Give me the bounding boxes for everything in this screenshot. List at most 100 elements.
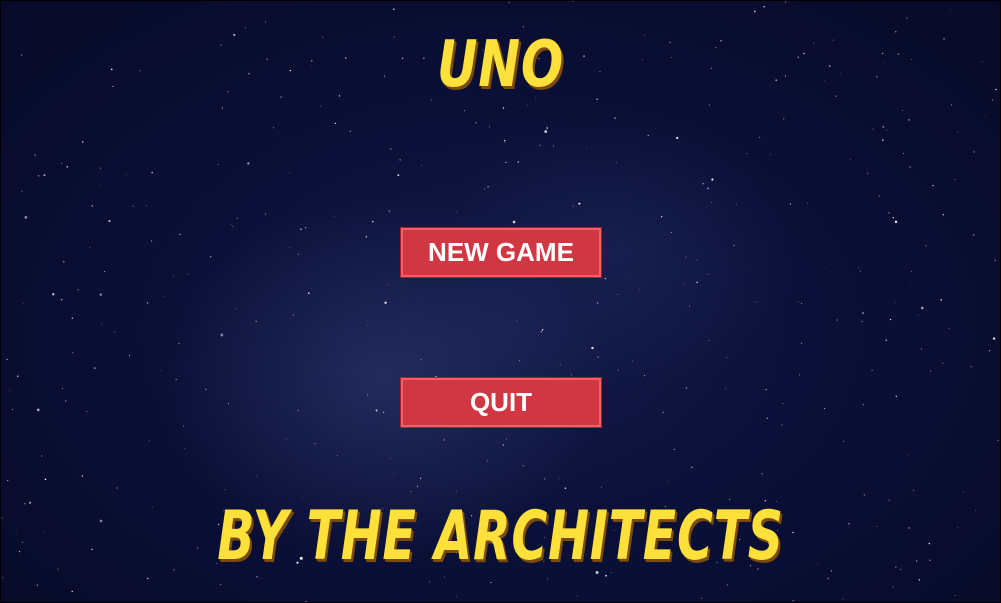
star: [255, 475, 257, 476]
star: [490, 581, 492, 584]
star: [172, 276, 174, 277]
star: [44, 478, 47, 481]
star: [823, 407, 826, 410]
quit-button[interactable]: QUIT: [400, 377, 602, 428]
star: [911, 58, 912, 60]
star: [559, 364, 561, 366]
star: [179, 233, 181, 235]
star: [950, 9, 952, 11]
star: [300, 228, 302, 230]
star: [670, 232, 672, 234]
star: [128, 354, 131, 357]
star: [903, 152, 904, 154]
star: [862, 312, 864, 314]
star: [66, 166, 68, 168]
star: [372, 221, 374, 223]
star: [443, 439, 445, 441]
star: [570, 374, 572, 376]
star: [700, 597, 702, 599]
star: [224, 489, 226, 490]
star: [707, 187, 709, 190]
star: [617, 369, 619, 371]
star: [91, 548, 93, 551]
star: [600, 486, 602, 488]
star: [220, 333, 224, 337]
star: [781, 424, 783, 426]
star: [18, 551, 21, 553]
star: [314, 443, 316, 445]
star: [232, 226, 234, 227]
star: [101, 323, 102, 325]
new-game-button[interactable]: NEW GAME: [400, 227, 602, 278]
star: [420, 477, 422, 479]
star: [518, 359, 521, 362]
star: [307, 292, 310, 294]
star: [38, 175, 40, 177]
star: [365, 236, 368, 238]
star: [392, 8, 395, 11]
star: [754, 10, 756, 13]
star: [15, 533, 17, 534]
star: [125, 174, 127, 176]
star: [28, 501, 32, 504]
star: [255, 320, 257, 322]
star: [41, 455, 43, 457]
star: [544, 478, 546, 480]
star: [631, 360, 633, 362]
star: [289, 172, 291, 174]
star: [63, 261, 65, 263]
star: [175, 378, 177, 381]
star: [184, 448, 186, 450]
star: [502, 444, 504, 446]
star: [792, 599, 794, 602]
star: [992, 337, 996, 340]
star: [707, 273, 709, 275]
star: [178, 342, 180, 345]
star: [836, 319, 838, 321]
star: [455, 490, 457, 492]
star: [382, 411, 385, 414]
star: [872, 128, 874, 130]
star: [797, 301, 799, 303]
star: [895, 31, 897, 33]
star: [235, 308, 237, 310]
star: [264, 21, 266, 23]
star: [558, 477, 560, 479]
star: [2, 577, 4, 579]
star: [397, 174, 400, 177]
star: [146, 205, 147, 207]
star: [906, 17, 908, 19]
star: [886, 129, 887, 131]
star: [765, 388, 767, 391]
star: [912, 489, 915, 492]
star: [994, 259, 996, 262]
star: [798, 374, 800, 376]
star: [564, 487, 567, 489]
star: [285, 438, 287, 440]
star: [708, 340, 710, 342]
star: [638, 288, 640, 290]
star: [824, 268, 826, 270]
star: [962, 491, 964, 493]
star: [57, 568, 59, 570]
star: [71, 317, 74, 319]
star: [577, 595, 578, 597]
star: [429, 581, 431, 583]
star: [691, 466, 693, 469]
star: [183, 425, 185, 427]
star: [725, 388, 727, 390]
star: [763, 5, 765, 8]
star: [807, 202, 809, 204]
star: [505, 161, 507, 164]
star: [644, 375, 646, 377]
star: [81, 141, 84, 143]
star: [895, 301, 897, 303]
star: [617, 294, 618, 295]
star: [217, 163, 219, 165]
star: [827, 577, 830, 580]
star: [909, 166, 911, 168]
star: [114, 331, 115, 333]
star: [916, 560, 918, 562]
star: [917, 314, 919, 316]
star: [801, 303, 803, 304]
